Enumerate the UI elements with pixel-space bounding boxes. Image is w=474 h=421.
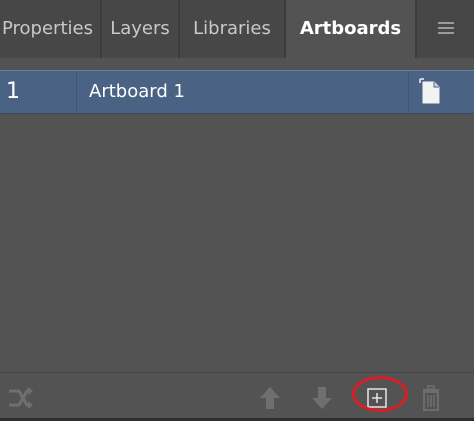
artboard-options-icon[interactable] [419,78,443,106]
artboards-panel: Properties Layers Libraries Artboards 1 … [0,0,474,421]
arrow-up-icon[interactable] [255,383,285,413]
artboard-name[interactable]: Artboard 1 [89,71,185,113]
artboard-row[interactable]: 1 Artboard 1 [0,70,474,114]
new-artboard-icon[interactable] [362,383,392,413]
artboard-index: 1 [0,71,77,113]
tab-properties[interactable]: Properties [0,0,100,58]
tab-layers[interactable]: Layers [102,0,178,58]
tab-artboards[interactable]: Artboards [286,0,415,60]
artboard-list: 1 Artboard 1 [0,60,474,372]
panel-menu-button[interactable] [417,0,474,58]
trash-icon[interactable] [416,383,446,413]
row-divider [408,71,409,113]
rearrange-icon[interactable] [5,383,35,413]
panel-tab-bar: Properties Layers Libraries Artboards [0,0,474,60]
arrow-down-icon[interactable] [307,383,337,413]
tab-libraries[interactable]: Libraries [180,0,284,58]
hamburger-menu-icon [438,22,454,35]
panel-toolbar [0,372,474,421]
